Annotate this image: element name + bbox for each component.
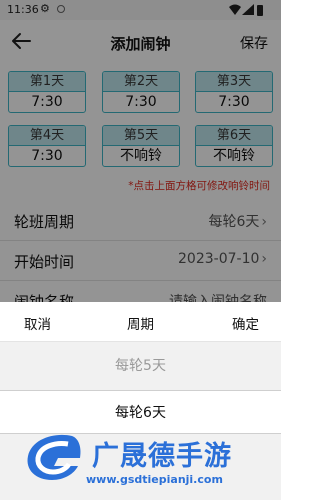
watermark-brand-text: 广晟德手游 bbox=[92, 441, 232, 472]
confirm-button[interactable]: 确定 bbox=[232, 313, 259, 333]
picker-option[interactable]: 每轮5天 bbox=[0, 344, 281, 388]
modal-overlay[interactable] bbox=[0, 0, 281, 302]
brand-logo-icon bbox=[27, 434, 81, 480]
watermark: 广晟德手游 www.gsdtiepianji.com bbox=[0, 428, 281, 500]
watermark-url: www.gsdtiepianji.com bbox=[86, 473, 223, 486]
picker-header: 取消 周期 确定 bbox=[0, 302, 281, 342]
